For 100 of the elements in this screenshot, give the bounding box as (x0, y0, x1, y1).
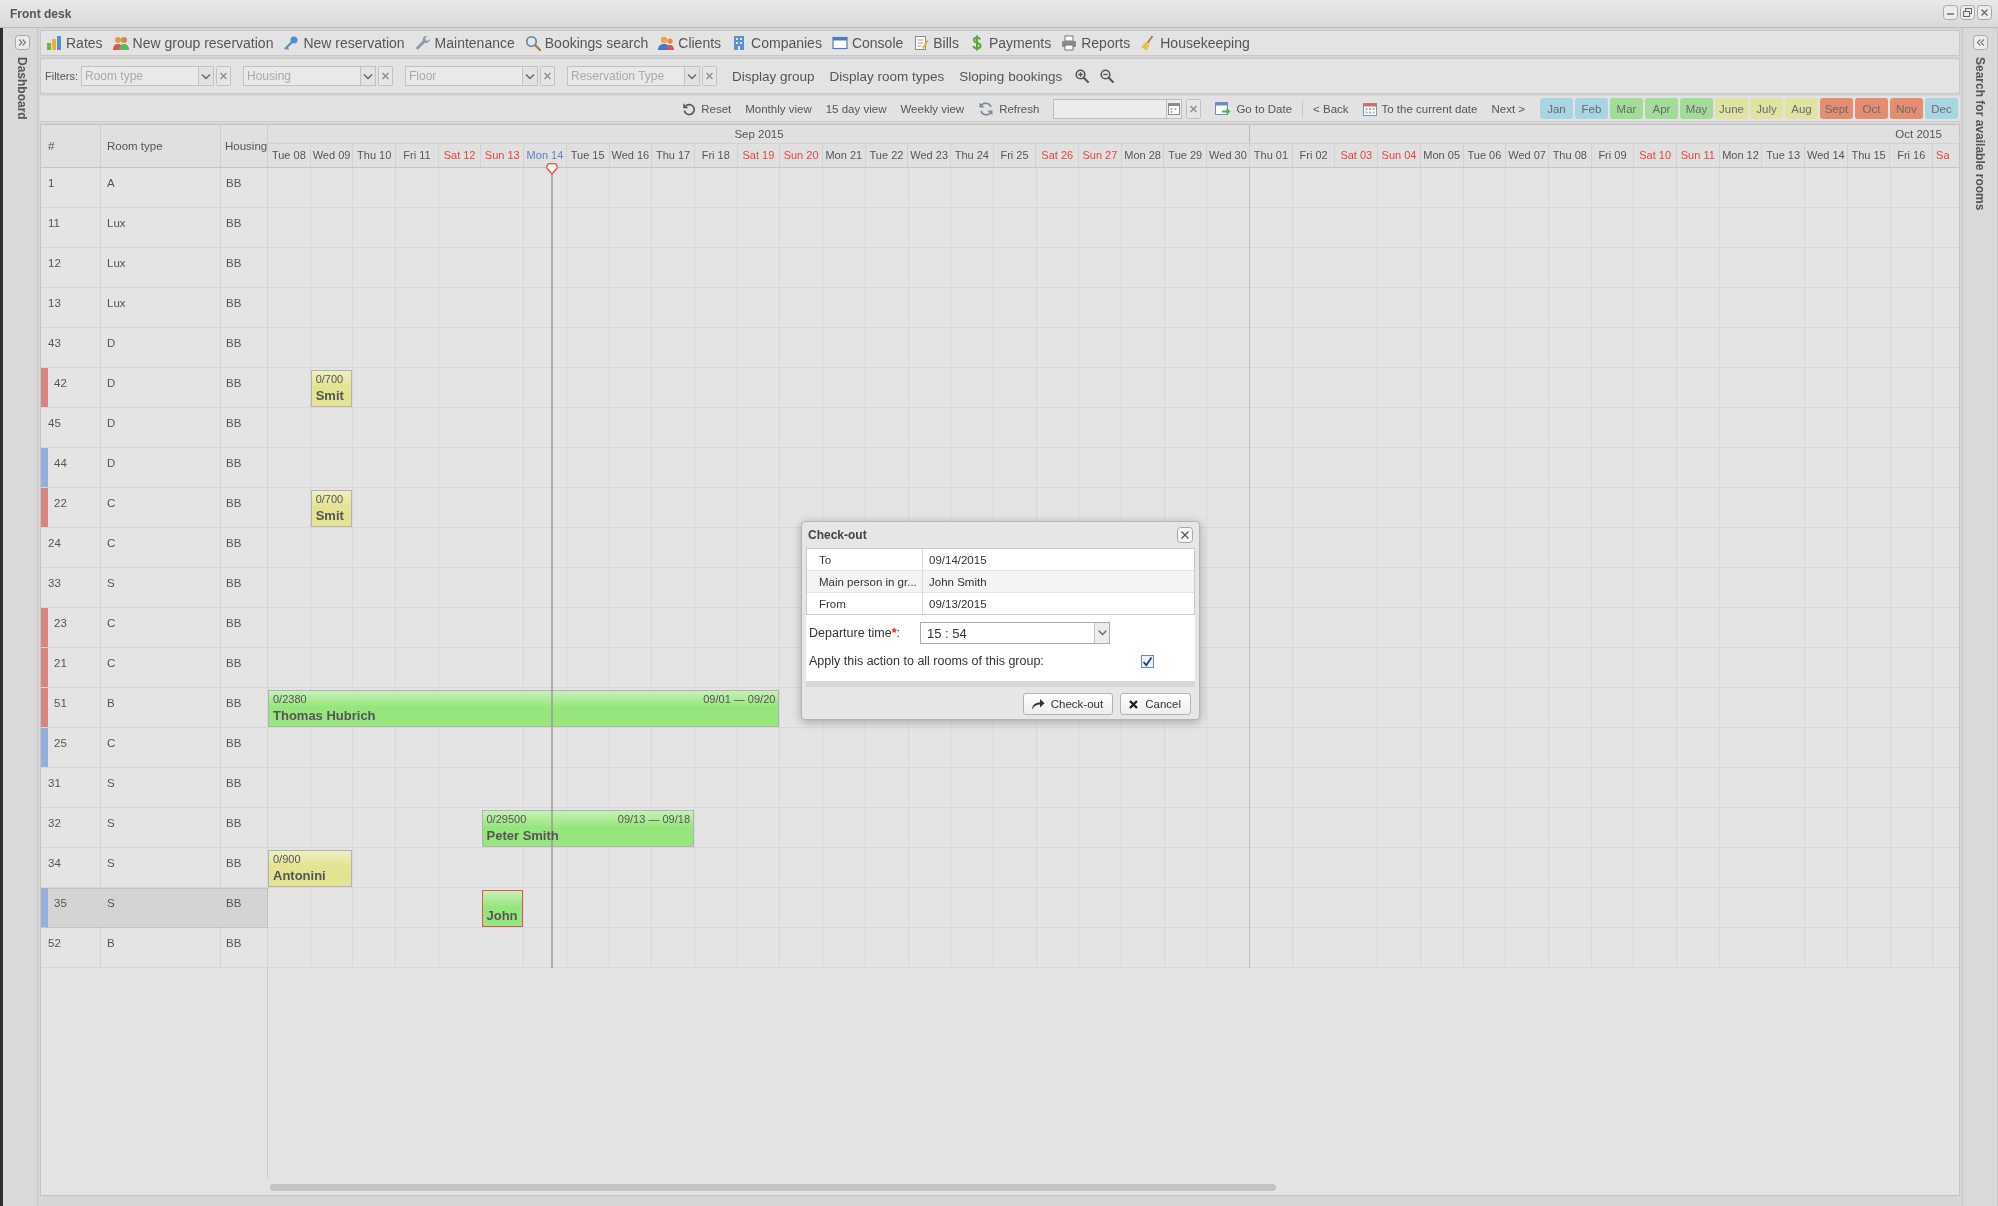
day-header: Mon 05 (1423, 149, 1461, 161)
room-row[interactable]: 52 B BB (41, 928, 268, 968)
room-row[interactable]: 21 C BB (41, 648, 268, 688)
clear-icon[interactable] (540, 66, 555, 86)
caret-icon[interactable] (198, 66, 214, 86)
month-button[interactable]: Feb (1575, 98, 1608, 119)
menu-item[interactable]: Housekeeping (1140, 35, 1250, 51)
menu-item[interactable]: Rates (46, 35, 103, 51)
day-header: Tue 15 (570, 149, 605, 161)
column-header[interactable]: Housing (225, 140, 268, 152)
clear-icon[interactable] (378, 66, 393, 86)
room-row[interactable]: 11 Lux BB (41, 208, 268, 248)
room-row[interactable]: 42 D BB (41, 368, 268, 408)
date-field[interactable] (1053, 98, 1167, 119)
menu-item[interactable]: New group reservation (112, 35, 274, 51)
menu-item[interactable]: Reports (1061, 35, 1131, 51)
housing-code: BB (225, 456, 242, 469)
toolbar-button[interactable]: Weekly view (900, 102, 965, 115)
month-button[interactable]: Aug (1785, 98, 1818, 119)
dashboard-panel-title[interactable]: Dashboard (15, 57, 29, 120)
filter-select[interactable]: Floor (405, 66, 522, 86)
zoom-in-icon[interactable] (1075, 69, 1090, 83)
toolbar-button[interactable]: To the current date (1362, 101, 1478, 116)
room-row[interactable]: 25 C BB (41, 728, 268, 768)
double-chevron-icon[interactable] (1972, 35, 1988, 50)
clear-icon[interactable] (702, 66, 717, 86)
clear-icon[interactable] (216, 66, 231, 86)
room-row[interactable]: 45 D BB (41, 408, 268, 448)
menu-item[interactable]: Companies (731, 35, 822, 51)
scrollbar-thumb[interactable] (270, 1183, 1276, 1191)
room-row[interactable]: 43 D BB (41, 328, 268, 368)
room-row[interactable]: 22 C BB (41, 488, 268, 528)
caret-icon[interactable] (684, 66, 700, 86)
booking-bar[interactable]: 0/900 Antonini (268, 850, 353, 887)
room-type: C (106, 536, 116, 549)
close-icon[interactable] (1977, 5, 1992, 20)
filter-select[interactable]: Housing (243, 66, 360, 86)
menu-item[interactable]: Bills (913, 35, 959, 51)
menu-item[interactable]: Bookings search (524, 35, 649, 51)
room-row[interactable]: 1 A BB (41, 168, 268, 208)
month-button[interactable]: Mar (1610, 98, 1643, 119)
checkout-button[interactable]: Check-out (1022, 693, 1114, 715)
minimize-icon[interactable] (1943, 5, 1958, 20)
room-row[interactable]: 13 Lux BB (41, 288, 268, 328)
detail-label: Main person in gr... (819, 575, 917, 588)
room-row[interactable]: 12 Lux BB (41, 248, 268, 288)
toolbar-button[interactable]: Display group (732, 68, 815, 84)
filter-select[interactable]: Reservation Type (567, 66, 684, 86)
booking-bar[interactable]: 0/700 Smit (310, 490, 353, 527)
room-number: 22 (54, 496, 67, 509)
month-button[interactable]: June (1715, 98, 1748, 119)
zoom-out-icon[interactable] (1100, 69, 1115, 83)
toolbar-button[interactable]: Sloping bookings (959, 68, 1063, 84)
menu-item[interactable]: Clients (658, 35, 722, 51)
room-row[interactable]: 44 D BB (41, 448, 268, 488)
housing-code: BB (225, 696, 242, 709)
menu-item[interactable]: Console (831, 35, 904, 51)
room-row[interactable]: 31 S BB (41, 768, 268, 808)
month-button[interactable]: July (1750, 98, 1783, 119)
toolbar-button[interactable]: Go to Date (1215, 101, 1293, 116)
month-button[interactable]: May (1680, 98, 1713, 119)
room-type: S (106, 856, 115, 869)
room-row[interactable]: 24 C BB (41, 528, 268, 568)
double-chevron-icon[interactable] (14, 35, 30, 50)
departure-time-select[interactable]: 15 : 54 (920, 622, 1110, 644)
calendar-icon[interactable] (1166, 98, 1183, 119)
toolbar-button[interactable]: Monthly view (745, 102, 812, 115)
column-header[interactable]: Room type (107, 140, 163, 152)
toolbar-button[interactable]: Reset (682, 101, 732, 116)
toolbar-button[interactable]: < Back (1313, 102, 1349, 115)
toolbar-button[interactable]: Next > (1491, 102, 1525, 115)
checkbox[interactable] (1141, 654, 1154, 668)
room-row[interactable]: 35 S BB (41, 888, 268, 928)
month-button[interactable]: Dec (1925, 98, 1958, 119)
caret-icon[interactable] (522, 66, 538, 86)
menu-item[interactable]: New reservation (283, 35, 405, 51)
booking-bar[interactable]: John (481, 890, 524, 927)
booking-bar[interactable]: 0/29500 09/13 — 09/18 Peter Smith (481, 810, 694, 847)
room-row[interactable]: 51 B BB (41, 688, 268, 728)
room-row[interactable]: 32 S BB (41, 808, 268, 848)
column-header[interactable]: # (48, 140, 55, 152)
menu-item[interactable]: Maintenance (414, 35, 515, 51)
clear-icon[interactable] (1186, 98, 1202, 119)
search-panel-title[interactable]: Search for available rooms (1973, 57, 1987, 211)
toolbar-button[interactable]: 15 day view (825, 102, 887, 115)
restore-icon[interactable] (1960, 5, 1975, 20)
month-button[interactable]: Apr (1645, 98, 1678, 119)
room-row[interactable]: 33 S BB (41, 568, 268, 608)
toolbar-button[interactable]: Display room types (829, 68, 945, 84)
room-row[interactable]: 23 C BB (41, 608, 268, 648)
filter-select[interactable]: Room type (81, 66, 198, 86)
booking-bar[interactable]: 0/700 Smit (310, 370, 353, 407)
menu-item[interactable]: Payments (968, 35, 1052, 51)
toolbar-button[interactable]: Refresh (978, 100, 1040, 117)
close-icon[interactable] (1177, 527, 1193, 543)
month-button[interactable]: Jan (1540, 98, 1573, 119)
caret-icon[interactable] (360, 66, 376, 86)
cancel-button[interactable]: Cancel (1120, 693, 1191, 715)
booking-bar[interactable]: 0/2380 09/01 — 09/20 Thomas Hubrich (268, 690, 780, 727)
day-header: Wed 16 (611, 149, 650, 161)
